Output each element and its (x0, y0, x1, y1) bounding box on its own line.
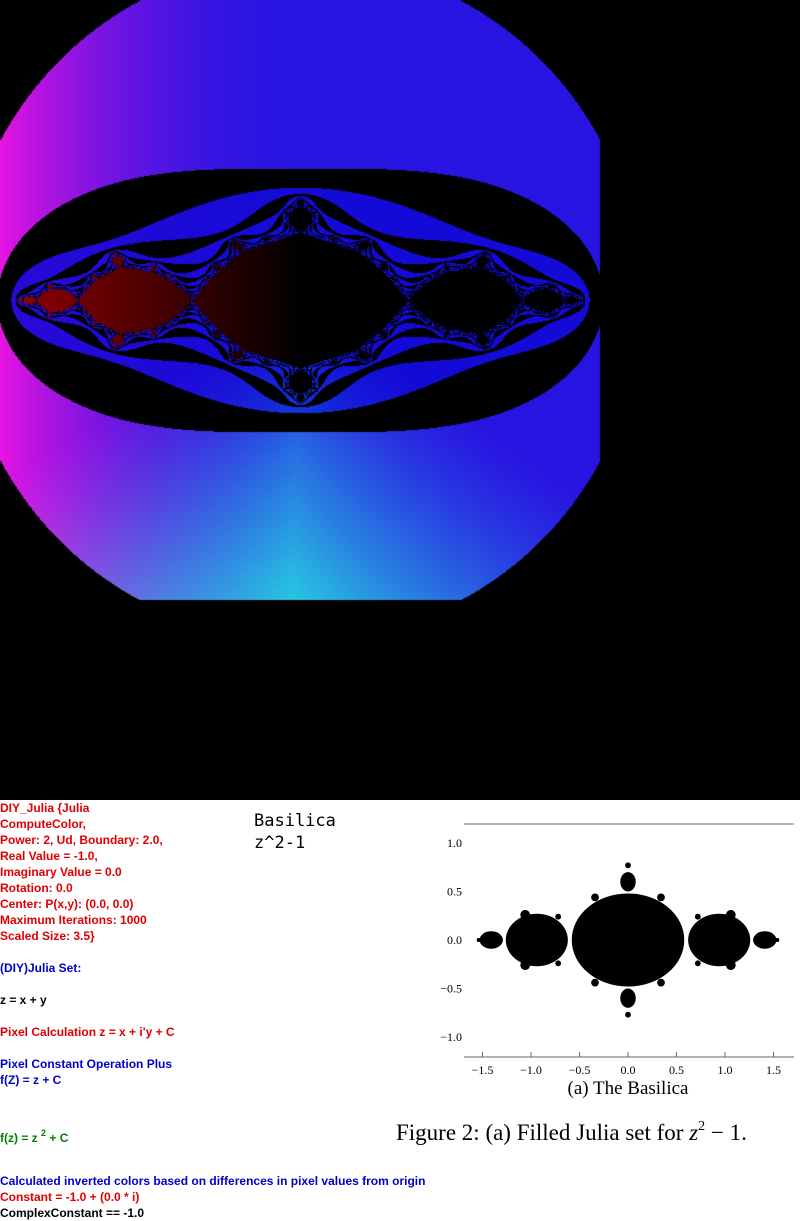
x-tick-group: −1.5 −1.0 −0.5 0.0 0.5 1.0 1.5 (472, 1052, 781, 1077)
x-tick-label: 1.0 (718, 1063, 733, 1077)
julia-bulb (591, 978, 599, 987)
julia-fractal-canvas (0, 0, 800, 800)
julia-bulb (505, 913, 568, 967)
julia-set-label: (DIY)Julia Set: (0, 961, 82, 975)
julia-bulb (694, 913, 701, 920)
inverted-colors-note: Calculated inverted colors based on diff… (0, 1174, 426, 1188)
fz-formula: f(Z) = z + C (0, 1073, 62, 1087)
x-tick-label: −1.5 (472, 1063, 494, 1077)
info-line-7: Center: P(x,y): (0.0, 0.0) (0, 897, 134, 911)
julia-bulb (479, 931, 503, 949)
info-line-8: Maximum Iterations: 1000 (0, 913, 147, 927)
julia-bulb (657, 893, 665, 902)
julia-bulb (688, 913, 751, 967)
julia-bulb (625, 862, 631, 869)
julia-bulb (657, 978, 665, 987)
info-line-6: Rotation: 0.0 (0, 881, 73, 895)
y-tick-label: −1.0 (440, 1030, 462, 1044)
julia-bulb (555, 913, 562, 920)
julia-bulb (775, 938, 780, 942)
z-formula: z = x + y (0, 993, 47, 1007)
figure-caption-rest: − 1. (705, 1120, 747, 1145)
julia-bulb (620, 988, 636, 1008)
pixel-constant-operation: Pixel Constant Operation Plus (0, 1057, 173, 1071)
figure-caption-z: z (689, 1120, 699, 1145)
y-tick-label: 0.0 (447, 933, 462, 947)
fz-squared-formula: f(z) = z 2 + C (0, 1125, 68, 1146)
info-line-1: DIY_Julia {Julia (0, 801, 90, 815)
julia-bulb (555, 960, 562, 967)
julia-bulb (620, 872, 636, 892)
pixel-calculation: Pixel Calculation z = x + i'y + C (0, 1025, 175, 1039)
fz2-suffix: + C (46, 1131, 69, 1145)
julia-bulb (520, 909, 531, 920)
julia-bulb (694, 960, 701, 967)
x-tick-label: 0.5 (669, 1063, 684, 1077)
x-tick-label: −0.5 (569, 1063, 591, 1077)
julia-bulb (591, 893, 599, 902)
julia-bulb (520, 960, 531, 971)
info-line-3: Power: 2, Ud, Boundary: 2.0, (0, 833, 163, 847)
figure-caption: Figure 2: (a) Filled Julia set for z2 − … (396, 1119, 747, 1146)
fractal-render-panel (0, 0, 800, 800)
y-tick-label: −0.5 (440, 982, 462, 996)
plot-caption: (a) The Basilica (568, 1078, 690, 1099)
x-tick-label: 1.5 (766, 1063, 781, 1077)
x-tick-label: −1.0 (520, 1063, 542, 1077)
julia-bulb (725, 909, 736, 920)
y-tick-label: 0.5 (447, 885, 462, 899)
y-tick-label: 1.0 (447, 836, 462, 850)
info-line-5: Imaginary Value = 0.0 (0, 865, 122, 879)
info-line-4: Real Value = -1.0, (0, 849, 98, 863)
constant-line: Constant = -1.0 + (0.0 * i) (0, 1190, 140, 1204)
complex-constant-line: ComplexConstant == -1.0 (0, 1206, 145, 1220)
info-line-9: Scaled Size: 3.5} (0, 929, 95, 943)
basilica-plot: −1.5 −1.0 −0.5 0.0 0.5 1.0 1.5 1.00.50.0−0.5−1… (440, 823, 794, 1099)
julia-bulb (725, 960, 736, 971)
julia-bulb (753, 931, 777, 949)
basilica-title: Basilica (254, 811, 336, 831)
julia-bulb (476, 938, 481, 942)
basilica-formula: z^2-1 (254, 833, 306, 853)
x-tick-label: 0.0 (621, 1063, 636, 1077)
fz2-prefix: f(z) = z (0, 1131, 41, 1145)
figure-caption-text: Figure 2: (a) Filled Julia set for (396, 1120, 690, 1145)
julia-bulb (625, 1011, 631, 1018)
julia-bulb (571, 893, 685, 987)
filled-julia-set (476, 862, 780, 1018)
info-line-2: ComputeColor, (0, 817, 86, 831)
y-tick-group: 1.0 0.5 0.0 −0.5 −1.0 (440, 836, 462, 1044)
